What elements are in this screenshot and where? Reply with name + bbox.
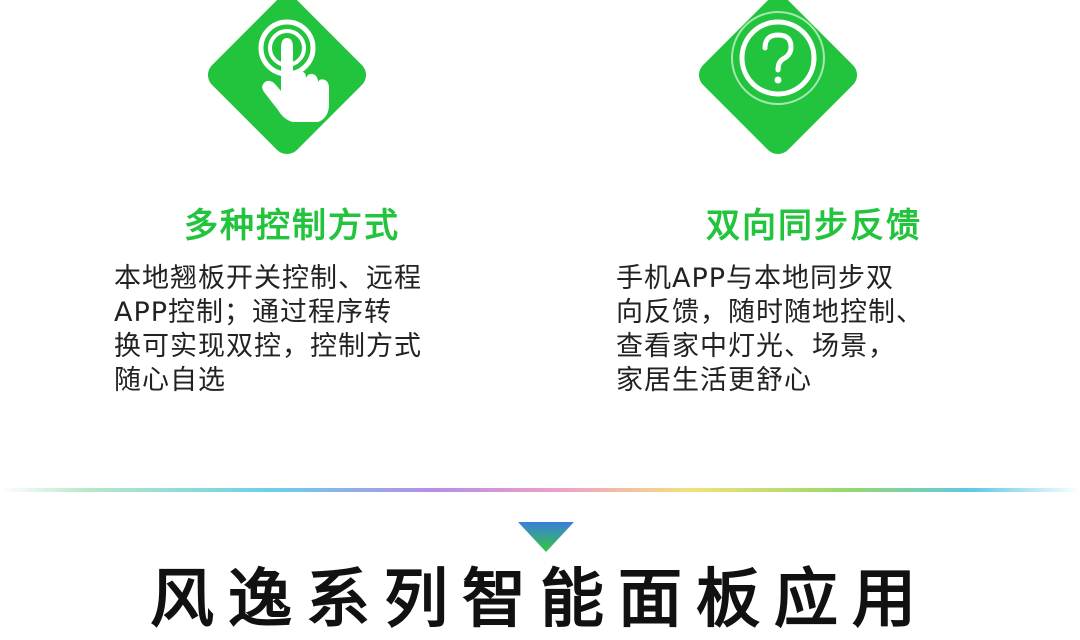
feature-description: 手机APP与本地同步双 向反馈，随时随地控制、 查看家中灯光、场景， 家居生活更… xyxy=(616,262,924,398)
description-line: 向反馈，随时随地控制、 xyxy=(616,297,924,328)
feature-description: 本地翘板开关控制、远程 APP控制；通过程序转 换可实现双控，控制方式 随心自选 xyxy=(114,262,422,398)
question-circle-icon xyxy=(683,0,873,170)
feature-title: 多种控制方式 xyxy=(184,206,400,246)
feature-title: 双向同步反馈 xyxy=(706,206,922,246)
description-line: APP控制；通过程序转 xyxy=(114,297,393,328)
description-line: 本地翘板开关控制、远程 xyxy=(114,263,422,294)
description-line: 手机APP与本地同步双 xyxy=(616,263,895,294)
section-heading: 风逸系列智能面板应用 xyxy=(150,563,930,637)
tap-hand-icon xyxy=(192,0,382,170)
description-line: 随心自选 xyxy=(114,365,226,396)
description-line: 换可实现双控，控制方式 xyxy=(114,331,422,362)
description-line: 查看家中灯光、场景， xyxy=(616,331,896,362)
triangle-down-icon xyxy=(518,522,574,552)
description-line: 家居生活更舒心 xyxy=(616,365,812,396)
rainbow-divider xyxy=(0,488,1080,492)
